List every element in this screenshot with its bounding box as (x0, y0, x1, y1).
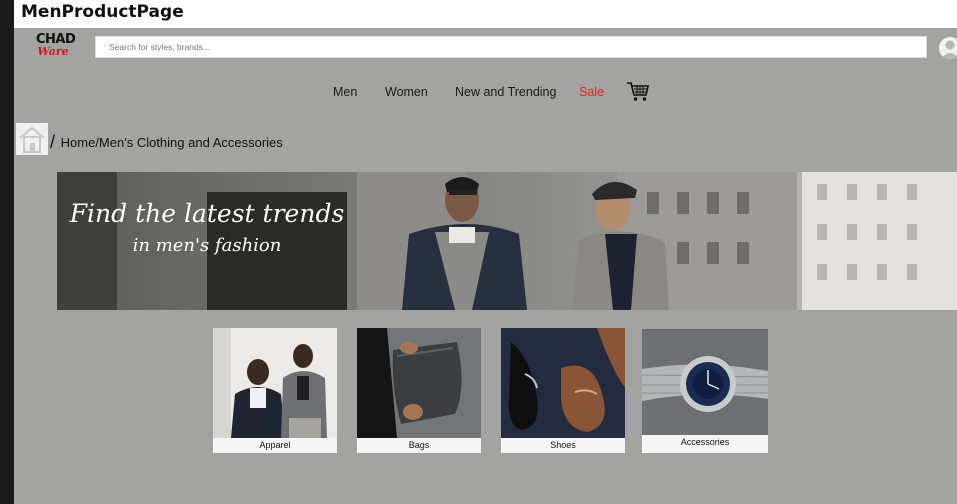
accessories-image (642, 329, 768, 435)
search-input[interactable] (95, 36, 927, 58)
brand-logo[interactable]: CHAD Ware (36, 33, 76, 62)
hero-banner[interactable]: Find the latest trends in men's fashion (57, 172, 957, 310)
banner-tagline: Find the latest trends in men's fashion (62, 198, 352, 262)
breadcrumb-path[interactable]: Home/Men's Clothing and Accessories (61, 135, 283, 150)
nav-item-men[interactable]: Men (333, 85, 357, 99)
banner-line-2: in men's fashion (132, 235, 282, 256)
category-card-accessories[interactable]: Accessories (642, 329, 768, 453)
nav-item-women[interactable]: Women (385, 85, 428, 99)
nav-item-new-and-trending[interactable]: New and Trending (455, 85, 556, 99)
banner-line-1: Find the latest trends (69, 199, 345, 228)
category-card-bags[interactable]: Bags (357, 328, 481, 453)
nav-item-sale[interactable]: Sale (579, 85, 604, 99)
category-label-apparel: Apparel (259, 440, 291, 450)
window-title: MenProductPage (21, 2, 184, 22)
breadcrumb: / Home/Men's Clothing and Accessories (50, 131, 283, 152)
category-card-apparel[interactable]: Apparel (213, 328, 337, 453)
category-label-shoes: Shoes (550, 440, 576, 450)
breadcrumb-separator: / (50, 132, 56, 152)
bags-image (357, 328, 481, 438)
user-avatar-icon[interactable] (939, 37, 957, 59)
logo-bottom-text: Ware (37, 45, 69, 58)
apparel-image (213, 328, 337, 438)
shopping-cart-icon[interactable] (626, 81, 650, 103)
home-icon[interactable] (16, 123, 48, 155)
category-label-bags: Bags (408, 440, 430, 450)
page-content: CHAD Ware Men Women New and Trending Sal… (14, 28, 957, 504)
category-label-accessories: Accessories (680, 437, 730, 447)
window-title-bar: MenProductPage (14, 0, 957, 28)
category-card-shoes[interactable]: Shoes (501, 328, 625, 453)
shoes-image (501, 328, 625, 438)
main-nav: Men Women New and Trending Sale (14, 82, 957, 105)
